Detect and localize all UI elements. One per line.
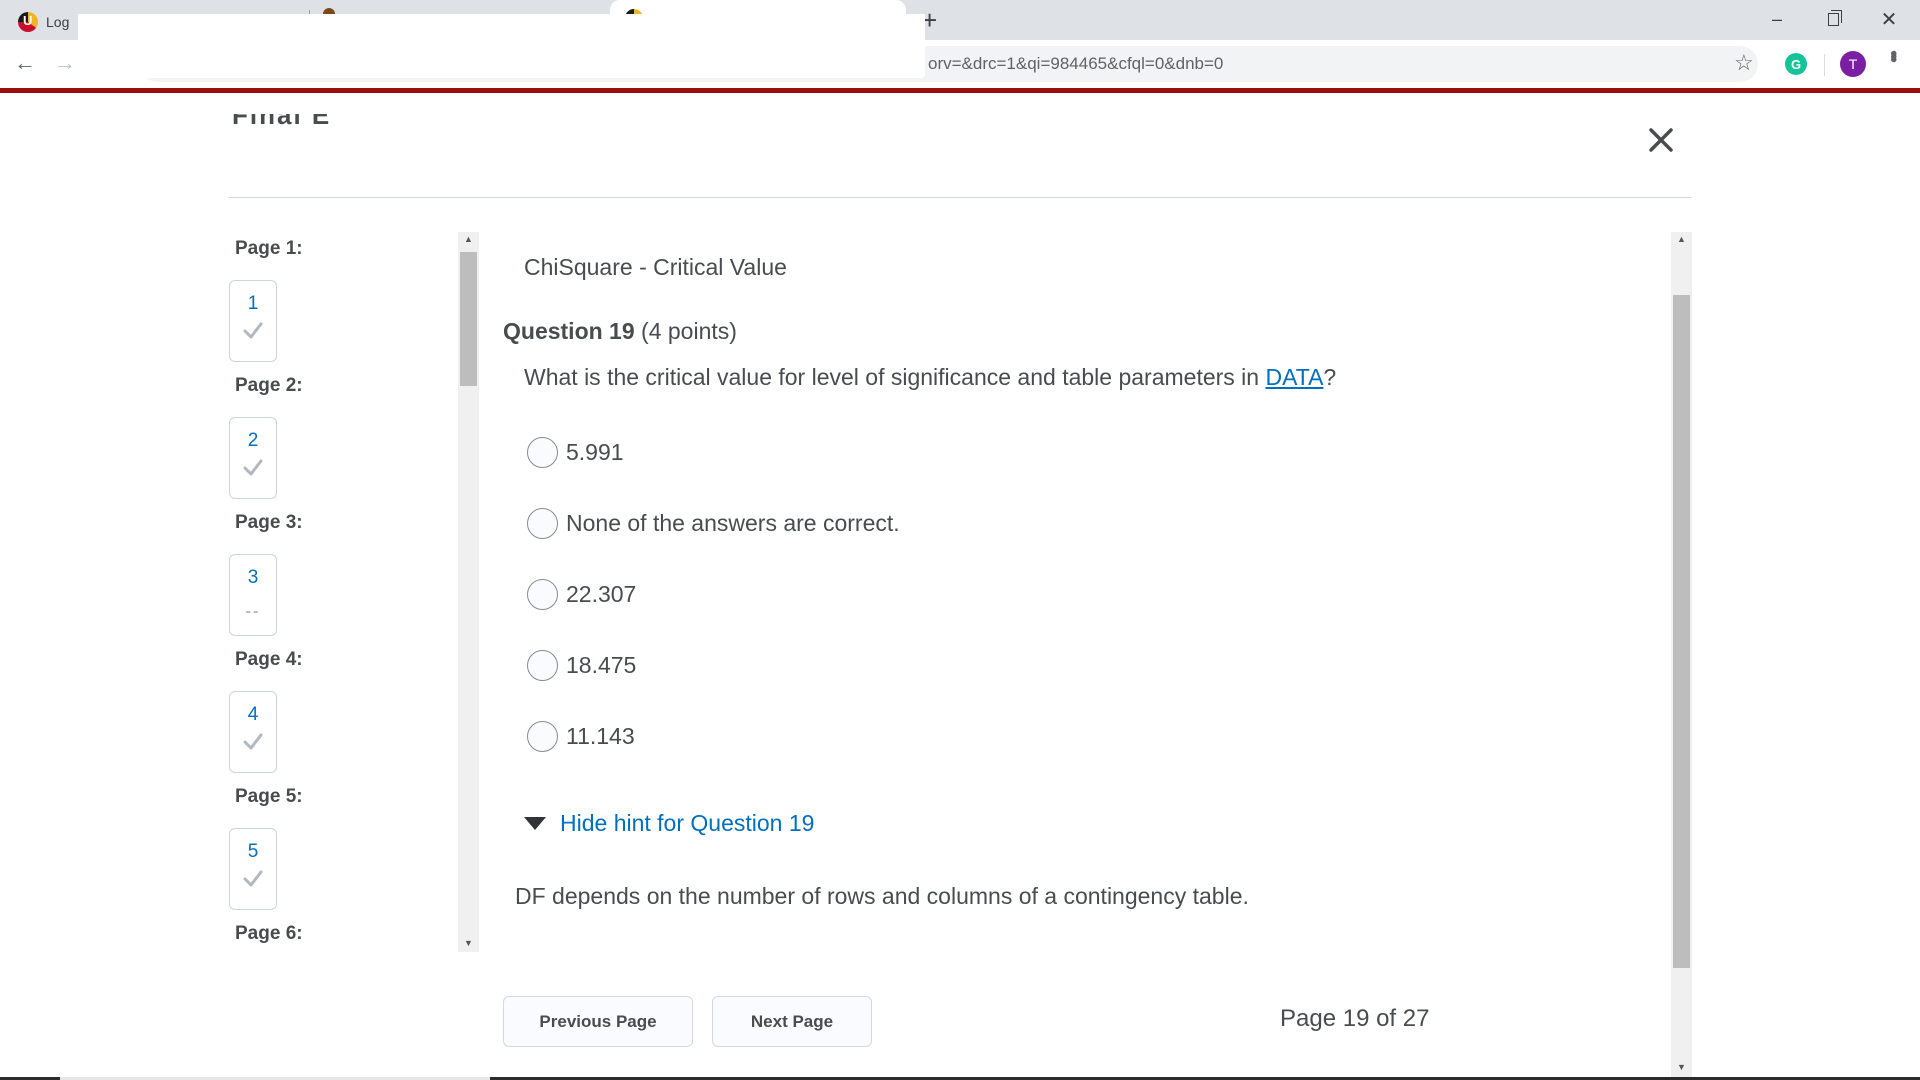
browser-tab[interactable]: Log xyxy=(18,8,69,36)
toolbar-separator xyxy=(1824,54,1825,76)
arrow-left-icon: ← xyxy=(14,50,36,75)
page-label: Page 1: xyxy=(235,238,303,259)
minimize-icon: – xyxy=(1771,8,1782,29)
radio-button[interactable] xyxy=(527,720,558,752)
page-nav-button-2[interactable]: 2 xyxy=(229,417,277,499)
option-label: 11.143 xyxy=(566,722,635,749)
question-heading: Question 19 (4 points) xyxy=(503,318,737,345)
page-nav-button-1[interactable]: 1 xyxy=(229,280,277,362)
page-number: 2 xyxy=(247,430,259,451)
forward-button[interactable]: → xyxy=(54,50,76,76)
radio-button[interactable] xyxy=(527,507,558,539)
header-divider xyxy=(228,197,1692,198)
triangle-down-icon xyxy=(524,817,546,830)
redacted-region xyxy=(78,14,925,78)
radio-button[interactable] xyxy=(527,649,558,681)
scroll-down-arrow-icon[interactable]: ▼ xyxy=(1671,1062,1692,1072)
brand-color-bar xyxy=(0,88,1920,93)
option-label: 22.307 xyxy=(566,580,637,607)
unanswered-dash-icon: -- xyxy=(245,603,261,620)
page-label: Page 6: xyxy=(235,923,303,944)
checkmark-icon xyxy=(243,870,263,887)
window-restore-button[interactable] xyxy=(1810,4,1856,34)
hint-text: DF depends on the number of rows and col… xyxy=(515,883,1249,909)
previous-page-button[interactable]: Previous Page xyxy=(503,996,693,1047)
site-favicon-icon xyxy=(18,12,38,32)
page-nav-button-4[interactable]: 4 xyxy=(229,691,277,773)
content-scrollbar-thumb[interactable] xyxy=(1673,295,1690,968)
page-number: 3 xyxy=(247,567,259,588)
page-nav-button-5[interactable]: 5 xyxy=(229,828,277,910)
grammarly-extension-icon[interactable]: G xyxy=(1785,53,1807,75)
answer-option[interactable]: 18.475 xyxy=(527,648,636,682)
radio-button[interactable] xyxy=(527,436,558,468)
page-label: Page 2: xyxy=(235,375,303,396)
question-points: (4 points) xyxy=(641,318,737,344)
option-label: None of the answers are correct. xyxy=(566,509,900,536)
url-text[interactable]: orv=&drc=1&qi=984465&cfql=0&dnb=0 xyxy=(928,54,1223,74)
hint-toggle[interactable]: Hide hint for Question 19 xyxy=(524,810,814,837)
scroll-up-arrow-icon[interactable]: ▲ xyxy=(458,234,479,244)
checkmark-icon xyxy=(243,322,263,339)
page-label: Page 3: xyxy=(235,512,303,533)
scroll-down-arrow-icon[interactable]: ▼ xyxy=(458,938,479,948)
answer-option[interactable]: None of the answers are correct. xyxy=(527,506,900,540)
answer-option[interactable]: 11.143 xyxy=(527,719,635,753)
answer-option[interactable]: 5.991 xyxy=(527,435,624,469)
window-minimize-button[interactable]: – xyxy=(1754,4,1800,34)
data-link[interactable]: DATA xyxy=(1265,364,1323,390)
scroll-up-arrow-icon[interactable]: ▲ xyxy=(1671,234,1692,244)
bookmark-star-button[interactable]: ☆ xyxy=(1734,50,1754,76)
close-icon xyxy=(1649,128,1673,152)
page-nav-button-3[interactable]: 3 -- xyxy=(229,554,277,636)
hint-toggle-link[interactable]: Hide hint for Question 19 xyxy=(560,810,814,837)
star-icon: ☆ xyxy=(1734,50,1754,75)
page-indicator: Page 19 of 27 xyxy=(1280,1005,1430,1032)
close-window-icon: ✕ xyxy=(1880,8,1898,31)
close-dialog-button[interactable] xyxy=(1643,122,1679,158)
page-number: 5 xyxy=(247,841,259,862)
question-number: Question 19 xyxy=(503,318,635,344)
profile-avatar[interactable]: T xyxy=(1840,51,1866,77)
page-number: 4 xyxy=(247,704,259,725)
answer-option[interactable]: 22.307 xyxy=(527,577,636,611)
question-text: What is the critical value for level of … xyxy=(524,364,1337,390)
browser-menu-button[interactable]: ••• xyxy=(1882,50,1904,59)
window-close-button[interactable]: ✕ xyxy=(1866,4,1912,34)
dialog-title: Final E xyxy=(232,114,372,126)
checkmark-icon xyxy=(243,459,263,476)
page-label: Page 5: xyxy=(235,786,303,807)
option-label: 18.475 xyxy=(566,651,637,678)
tab-title: Log xyxy=(46,14,70,30)
arrow-right-icon: → xyxy=(54,50,76,75)
page-number: 1 xyxy=(247,293,259,314)
more-vertical-icon: ••• xyxy=(1882,50,1904,60)
page-label: Page 4: xyxy=(235,649,303,670)
sidebar-scrollbar-thumb[interactable] xyxy=(460,252,477,386)
radio-button[interactable] xyxy=(527,578,558,610)
restore-icon xyxy=(1827,9,1842,26)
checkmark-icon xyxy=(243,733,263,750)
option-label: 5.991 xyxy=(566,438,624,465)
section-title: ChiSquare - Critical Value xyxy=(524,254,787,280)
next-page-button[interactable]: Next Page xyxy=(712,996,872,1047)
back-button[interactable]: ← xyxy=(14,50,36,76)
